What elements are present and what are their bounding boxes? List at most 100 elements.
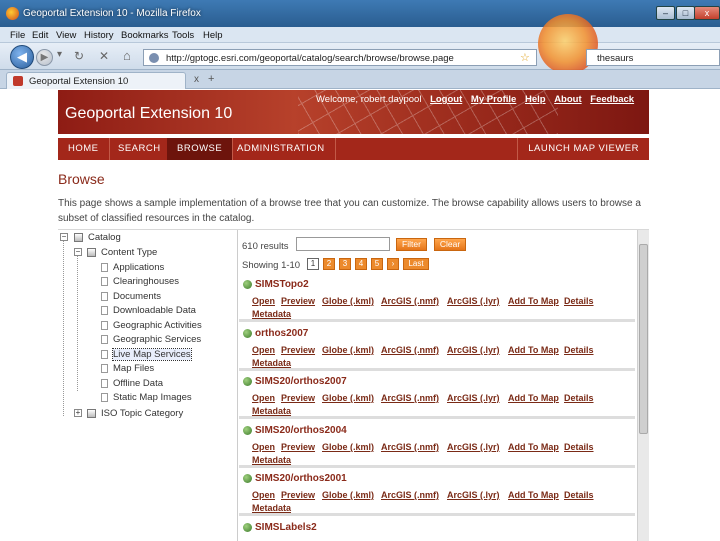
my-profile-link[interactable]: My Profile — [471, 94, 516, 105]
scrollbar-thumb[interactable] — [639, 244, 648, 434]
open-link[interactable]: Open — [252, 393, 275, 403]
tree-item-geographic-activities[interactable]: Geographic Activities — [113, 320, 202, 331]
menu-edit[interactable]: Edit — [32, 30, 48, 41]
back-button[interactable]: ◀ — [10, 45, 34, 69]
menu-tools[interactable]: Tools — [172, 30, 194, 41]
close-window-button[interactable]: x — [694, 6, 720, 20]
forward-button[interactable]: ▶ — [36, 49, 53, 66]
globe-kml-link[interactable]: Globe (.kml) — [322, 296, 374, 306]
record-title[interactable]: orthos2007 — [255, 328, 308, 339]
tree-item-geographic-services[interactable]: Geographic Services — [113, 334, 201, 345]
address-bar[interactable]: http://gptogc.esri.com/geoportal/catalog… — [143, 49, 537, 66]
metadata-link[interactable]: Metadata — [252, 455, 291, 465]
details-link[interactable]: Details — [564, 442, 594, 452]
arcgis-lyr-link[interactable]: ArcGIS (.lyr) — [447, 393, 500, 403]
metadata-link[interactable]: Metadata — [252, 309, 291, 319]
arcgis-nmf-link[interactable]: ArcGIS (.nmf) — [381, 442, 439, 452]
metadata-link[interactable]: Metadata — [252, 503, 291, 513]
minimize-button[interactable]: – — [656, 6, 675, 20]
arcgis-lyr-link[interactable]: ArcGIS (.lyr) — [447, 296, 500, 306]
arcgis-lyr-link[interactable]: ArcGIS (.lyr) — [447, 345, 500, 355]
record-title[interactable]: SIMS20/orthos2007 — [255, 376, 347, 387]
preview-link[interactable]: Preview — [281, 345, 315, 355]
new-tab-icon[interactable]: + — [208, 73, 214, 85]
tree-item-offline-data[interactable]: Offline Data — [113, 378, 163, 389]
open-link[interactable]: Open — [252, 442, 275, 452]
details-link[interactable]: Details — [564, 296, 594, 306]
expand-iso-topic-icon[interactable]: + — [74, 409, 82, 417]
history-dropdown-icon[interactable]: ▾ — [57, 49, 62, 60]
page-2-button[interactable]: 2 — [323, 258, 335, 270]
preview-link[interactable]: Preview — [281, 442, 315, 452]
filter-button[interactable]: Filter — [396, 238, 427, 251]
nav-home[interactable]: HOME — [58, 138, 110, 160]
arcgis-lyr-link[interactable]: ArcGIS (.lyr) — [447, 490, 500, 500]
tree-item-live-map-services[interactable]: Live Map Services — [112, 348, 192, 361]
browser-search-input[interactable]: thesaurs — [586, 49, 720, 66]
record-title[interactable]: SIMS20/orthos2001 — [255, 473, 347, 484]
details-link[interactable]: Details — [564, 393, 594, 403]
clear-button[interactable]: Clear — [434, 238, 466, 251]
add-to-map-link[interactable]: Add To Map — [508, 345, 559, 355]
arcgis-nmf-link[interactable]: ArcGIS (.nmf) — [381, 296, 439, 306]
results-scrollbar[interactable] — [637, 230, 649, 541]
page-5-button[interactable]: 5 — [371, 258, 383, 270]
nav-administration[interactable]: ADMINISTRATION — [227, 138, 336, 160]
tree-item-applications[interactable]: Applications — [113, 262, 164, 273]
globe-kml-link[interactable]: Globe (.kml) — [322, 490, 374, 500]
tree-node-iso-topic-category[interactable]: ISO Topic Category — [101, 408, 183, 419]
tree-item-static-map-images[interactable]: Static Map Images — [113, 392, 192, 403]
page-3-button[interactable]: 3 — [339, 258, 351, 270]
menu-help[interactable]: Help — [203, 30, 223, 41]
globe-kml-link[interactable]: Globe (.kml) — [322, 393, 374, 403]
open-link[interactable]: Open — [252, 296, 275, 306]
tree-item-clearinghouses[interactable]: Clearinghouses — [113, 276, 179, 287]
open-link[interactable]: Open — [252, 345, 275, 355]
page-1-button[interactable]: 1 — [307, 258, 319, 270]
menu-file[interactable]: File — [10, 30, 25, 41]
add-to-map-link[interactable]: Add To Map — [508, 393, 559, 403]
menu-bookmarks[interactable]: Bookmarks — [121, 30, 169, 41]
feedback-link[interactable]: Feedback — [590, 94, 634, 105]
preview-link[interactable]: Preview — [281, 490, 315, 500]
details-link[interactable]: Details — [564, 345, 594, 355]
open-link[interactable]: Open — [252, 490, 275, 500]
arcgis-nmf-link[interactable]: ArcGIS (.nmf) — [381, 393, 439, 403]
nav-search[interactable]: SEARCH — [108, 138, 172, 160]
help-link[interactable]: Help — [525, 94, 546, 105]
menu-view[interactable]: View — [56, 30, 76, 41]
tree-item-downloadable-data[interactable]: Downloadable Data — [113, 305, 196, 316]
preview-link[interactable]: Preview — [281, 393, 315, 403]
add-to-map-link[interactable]: Add To Map — [508, 296, 559, 306]
globe-kml-link[interactable]: Globe (.kml) — [322, 345, 374, 355]
details-link[interactable]: Details — [564, 490, 594, 500]
bookmark-star-icon[interactable]: ☆ — [520, 51, 530, 64]
tree-item-map-files[interactable]: Map Files — [113, 363, 154, 374]
record-title[interactable]: SIMSLabels2 — [255, 522, 317, 533]
arcgis-lyr-link[interactable]: ArcGIS (.lyr) — [447, 442, 500, 452]
tree-node-catalog[interactable]: Catalog — [88, 232, 121, 243]
nav-browse[interactable]: BROWSE — [167, 138, 234, 160]
metadata-link[interactable]: Metadata — [252, 358, 291, 368]
collapse-content-type-icon[interactable]: − — [74, 248, 82, 256]
home-icon[interactable]: ⌂ — [123, 48, 131, 63]
site-identity-icon[interactable] — [149, 53, 159, 63]
collapse-catalog-icon[interactable]: − — [60, 233, 68, 241]
page-4-button[interactable]: 4 — [355, 258, 367, 270]
reload-icon[interactable]: ↻ — [74, 49, 84, 63]
tree-node-content-type[interactable]: Content Type — [101, 247, 157, 258]
add-to-map-link[interactable]: Add To Map — [508, 442, 559, 452]
next-page-button[interactable]: › — [387, 258, 399, 270]
tree-item-documents[interactable]: Documents — [113, 291, 161, 302]
menu-history[interactable]: History — [84, 30, 114, 41]
last-page-button[interactable]: Last — [403, 258, 429, 270]
arcgis-nmf-link[interactable]: ArcGIS (.nmf) — [381, 490, 439, 500]
tab-close-icon[interactable]: x — [194, 74, 199, 85]
filter-input[interactable] — [296, 237, 390, 251]
record-title[interactable]: SIMS20/orthos2004 — [255, 425, 347, 436]
add-to-map-link[interactable]: Add To Map — [508, 490, 559, 500]
globe-kml-link[interactable]: Globe (.kml) — [322, 442, 374, 452]
tab-geoportal[interactable]: Geoportal Extension 10 — [6, 72, 186, 89]
maximize-button[interactable]: □ — [676, 6, 695, 20]
metadata-link[interactable]: Metadata — [252, 406, 291, 416]
